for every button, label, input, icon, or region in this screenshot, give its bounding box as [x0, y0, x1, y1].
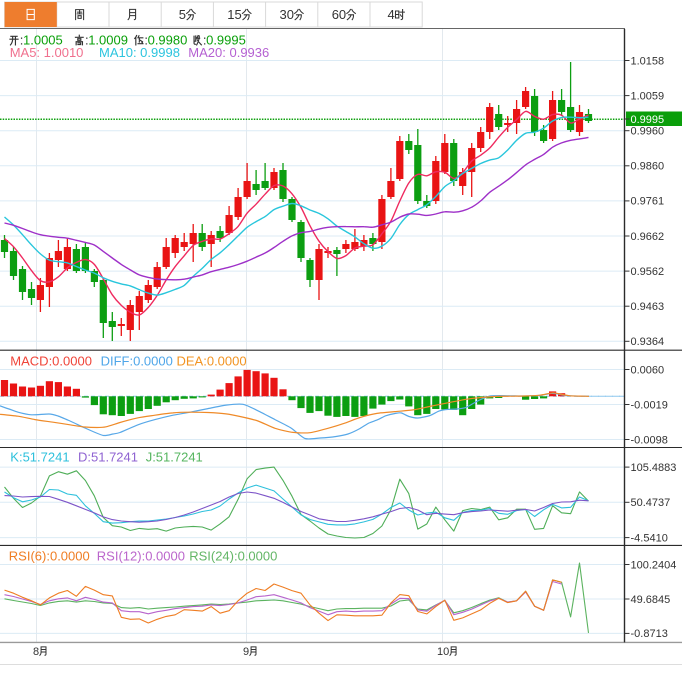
svg-text:4: 4 — [388, 7, 395, 22]
svg-text:RSI(6):0.0000: RSI(6):0.0000 — [9, 548, 90, 563]
svg-text:0.0060: 0.0060 — [631, 364, 665, 376]
svg-text:0.9995: 0.9995 — [631, 114, 665, 126]
svg-text:RSI(12):0.0000: RSI(12):0.0000 — [97, 548, 185, 563]
svg-text:9: 9 — [243, 646, 249, 658]
svg-text:J:51.7241: J:51.7241 — [146, 449, 203, 464]
svg-text:0.9463: 0.9463 — [631, 301, 665, 313]
svg-text:K:51.7241: K:51.7241 — [10, 449, 69, 464]
svg-text:0.9860: 0.9860 — [631, 161, 665, 173]
svg-text:RSI(24):0.0000: RSI(24):0.0000 — [189, 548, 277, 563]
svg-text:0.9364: 0.9364 — [631, 336, 665, 348]
svg-text:15: 15 — [227, 7, 241, 22]
svg-text:MA5: 1.0010: MA5: 1.0010 — [10, 45, 84, 60]
svg-text:0.9662: 0.9662 — [631, 231, 665, 243]
svg-text:D:51.7241: D:51.7241 — [78, 449, 138, 464]
svg-text:0.9562: 0.9562 — [631, 266, 665, 278]
svg-text:5: 5 — [179, 7, 186, 22]
svg-text:-4.5410: -4.5410 — [631, 532, 668, 544]
svg-text:10: 10 — [437, 646, 449, 658]
svg-text:1.0158: 1.0158 — [631, 55, 665, 67]
svg-text:8: 8 — [33, 646, 39, 658]
svg-text:MACD:0.0000: MACD:0.0000 — [10, 353, 92, 368]
svg-text:-0.0098: -0.0098 — [631, 434, 668, 446]
svg-text:-0.0019: -0.0019 — [631, 399, 668, 411]
svg-text:30: 30 — [280, 7, 294, 22]
svg-text:50.4737: 50.4737 — [631, 497, 671, 509]
svg-text:MA10: 0.9998: MA10: 0.9998 — [99, 45, 180, 60]
svg-text:MA20: 0.9936: MA20: 0.9936 — [188, 45, 269, 60]
svg-text:DIFF:0.0000: DIFF:0.0000 — [101, 353, 173, 368]
svg-text:60: 60 — [332, 7, 346, 22]
svg-text:0.9960: 0.9960 — [631, 126, 665, 138]
svg-text:0.9761: 0.9761 — [631, 196, 665, 208]
svg-text:DEA:0.0000: DEA:0.0000 — [177, 353, 247, 368]
svg-text:105.4883: 105.4883 — [631, 462, 677, 474]
svg-text:-0.8713: -0.8713 — [631, 628, 668, 640]
svg-text:100.2404: 100.2404 — [631, 559, 677, 571]
svg-text:1.0059: 1.0059 — [631, 90, 665, 102]
svg-text:49.6845: 49.6845 — [631, 594, 671, 606]
